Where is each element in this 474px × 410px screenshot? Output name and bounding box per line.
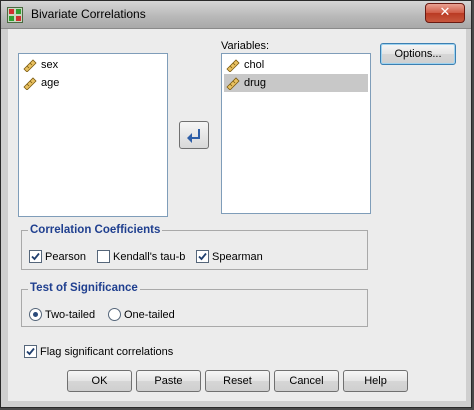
kendall-label[interactable]: Kendall's tau-b — [113, 251, 185, 263]
list-item-label: chol — [244, 59, 265, 71]
kendall-checkbox[interactable] — [97, 250, 110, 263]
one-tailed-radio[interactable] — [108, 308, 121, 321]
paste-button[interactable]: Paste — [136, 370, 201, 392]
list-item-label: drug — [244, 77, 267, 89]
radio-selected-dot — [33, 312, 38, 317]
move-variable-button[interactable] — [179, 121, 209, 149]
title-bar[interactable]: Bivariate Correlations ✕ — [1, 1, 471, 29]
spearman-label[interactable]: Spearman — [212, 251, 263, 263]
pearson-label[interactable]: Pearson — [45, 251, 86, 263]
variables-label: Variables: — [221, 40, 270, 52]
two-tailed-radio[interactable] — [29, 308, 42, 321]
cancel-button[interactable]: Cancel — [274, 370, 339, 392]
source-variable-list[interactable]: sex age — [18, 53, 168, 217]
scale-ruler-icon — [23, 77, 37, 90]
one-tailed-label[interactable]: One-tailed — [124, 309, 175, 321]
checkmark-icon — [198, 252, 207, 261]
test-of-significance-group — [21, 289, 368, 327]
list-item[interactable]: sex — [21, 56, 165, 74]
flag-significant-label[interactable]: Flag significant correlations — [40, 346, 173, 358]
checkmark-icon — [26, 347, 35, 356]
list-item-selected[interactable]: drug — [224, 74, 368, 92]
help-button[interactable]: Help — [343, 370, 408, 392]
scale-ruler-icon — [226, 77, 240, 90]
close-button[interactable]: ✕ — [425, 3, 465, 23]
spearman-checkbox[interactable] — [196, 250, 209, 263]
test-of-significance-title: Test of Significance — [28, 282, 140, 294]
list-item-label: age — [41, 77, 60, 89]
spss-app-icon — [7, 7, 23, 23]
checkmark-icon — [31, 252, 40, 261]
list-item-label: sex — [41, 59, 59, 71]
variables-list[interactable]: chol drug — [221, 53, 371, 214]
flag-significant-checkbox[interactable] — [24, 345, 37, 358]
window-title: Bivariate Correlations — [31, 7, 146, 21]
pearson-checkbox[interactable] — [29, 250, 42, 263]
close-icon: ✕ — [439, 5, 451, 20]
correlation-coefficients-title: Correlation Coefficients — [28, 224, 163, 236]
ok-button[interactable]: OK — [67, 370, 132, 392]
dialog-content: sex age Variables: chol drug Options... … — [8, 29, 466, 401]
two-tailed-label[interactable]: Two-tailed — [45, 309, 95, 321]
dialog-window: Bivariate Correlations ✕ sex age Variabl… — [0, 0, 472, 408]
list-item[interactable]: chol — [224, 56, 368, 74]
correlation-coefficients-group — [21, 230, 368, 270]
reset-button[interactable]: Reset — [205, 370, 270, 392]
scale-ruler-icon — [226, 59, 240, 72]
curved-arrow-icon — [187, 129, 200, 143]
options-button[interactable]: Options... — [380, 43, 456, 65]
scale-ruler-icon — [23, 59, 37, 72]
list-item[interactable]: age — [21, 74, 165, 92]
